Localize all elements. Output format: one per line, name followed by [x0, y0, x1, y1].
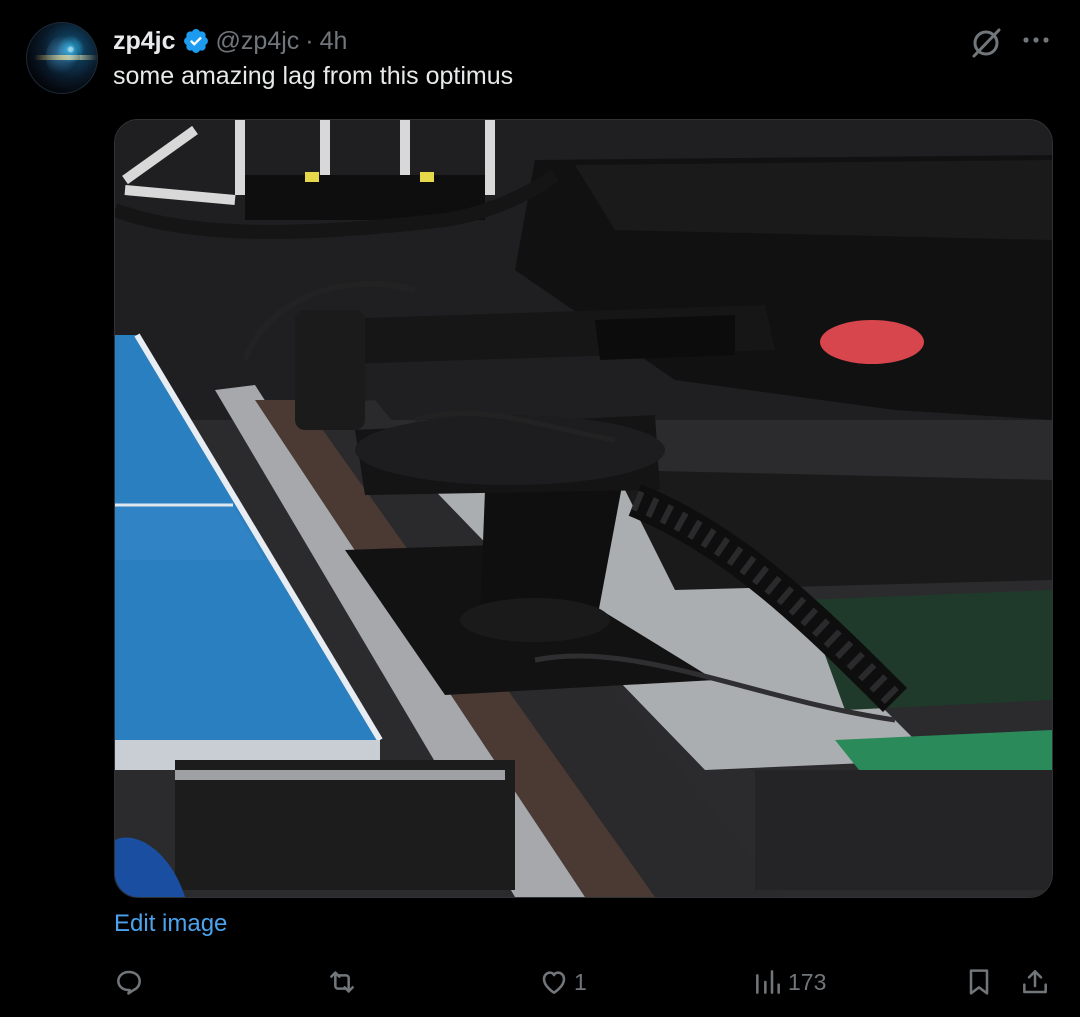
repost-icon	[330, 971, 354, 993]
author-name[interactable]: zp4jc	[113, 27, 176, 56]
author-handle[interactable]: @zp4jc	[216, 27, 300, 56]
tweet-header: zp4jc @zp4jc · 4h	[113, 26, 347, 56]
timestamp[interactable]: 4h	[320, 27, 348, 56]
views-button[interactable]: 173	[752, 955, 826, 1009]
share-icon	[1023, 970, 1047, 994]
bookmark-icon	[969, 969, 989, 995]
bookmark-button[interactable]	[963, 955, 995, 1009]
like-count: 1	[574, 968, 587, 995]
avatar[interactable]	[26, 22, 98, 94]
tweet-text: some amazing lag from this optimus	[113, 62, 514, 90]
action-bar: 1 173	[0, 955, 1080, 1009]
tweet: zp4jc @zp4jc · 4h some amazing lag from …	[0, 0, 1080, 1017]
verified-badge-icon	[183, 29, 208, 53]
like-button[interactable]: 1	[538, 955, 587, 1009]
reply-icon	[117, 970, 141, 995]
edit-image-link[interactable]: Edit image	[114, 910, 227, 938]
views-icon	[756, 970, 780, 994]
share-button[interactable]	[1019, 955, 1051, 1009]
views-count: 173	[788, 968, 827, 995]
heart-icon	[542, 971, 566, 994]
tweet-media-image[interactable]	[114, 119, 1053, 898]
reply-button[interactable]	[113, 955, 149, 1009]
separator-dot: ·	[305, 26, 314, 55]
grok-icon[interactable]	[968, 24, 1004, 60]
more-icon[interactable]	[1016, 26, 1056, 54]
repost-button[interactable]	[326, 955, 362, 1009]
